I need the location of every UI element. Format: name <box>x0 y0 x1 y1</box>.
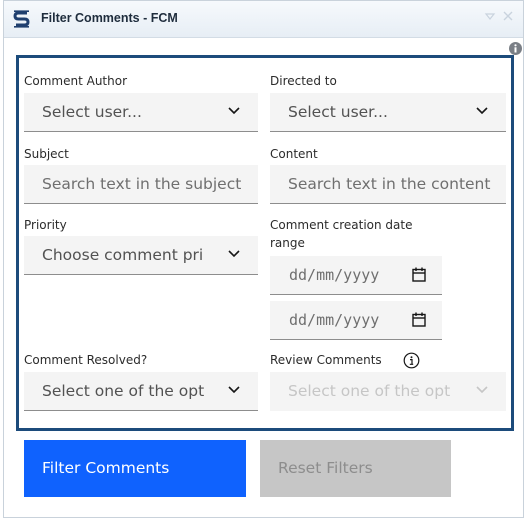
end-date-placeholder: dd/mm/yyyy <box>289 311 380 329</box>
priority-label: Priority <box>24 218 67 232</box>
content-input[interactable]: Search text in the content <box>270 165 506 204</box>
filter-comments-button[interactable]: Filter Comments <box>24 440 246 497</box>
content-placeholder: Search text in the content <box>288 175 491 193</box>
minimize-icon[interactable] <box>483 9 497 23</box>
comment-resolved-value: Select one of the opt <box>42 382 205 400</box>
chevron-down-icon <box>476 107 488 115</box>
comment-author-label: Comment Author <box>24 74 128 88</box>
reset-filters-label: Reset Filters <box>278 459 373 477</box>
comment-author-value: Select user... <box>42 103 142 121</box>
start-date-input[interactable]: dd/mm/yyyy <box>270 256 442 295</box>
comment-author-select[interactable]: Select user... <box>24 93 258 132</box>
priority-select[interactable]: Choose comment pri <box>24 236 258 275</box>
title-bar[interactable]: Filter Comments - FCM <box>4 1 523 38</box>
review-comments-value: Select one of the opt <box>288 382 451 400</box>
reset-filters-button: Reset Filters <box>260 440 451 497</box>
directed-to-value: Select user... <box>288 103 388 121</box>
filter-comments-label: Filter Comments <box>42 459 170 477</box>
content-label: Content <box>270 147 318 161</box>
directed-to-label: Directed to <box>270 74 337 88</box>
comment-resolved-label: Comment Resolved? <box>24 353 148 367</box>
subject-label: Subject <box>24 147 69 161</box>
directed-to-select[interactable]: Select user... <box>270 93 506 132</box>
window-title: Filter Comments - FCM <box>41 11 178 25</box>
end-date-input[interactable]: dd/mm/yyyy <box>270 301 442 340</box>
review-comments-select: Select one of the opt <box>270 372 506 411</box>
calendar-icon[interactable] <box>412 267 426 282</box>
close-icon[interactable] <box>501 9 515 23</box>
chevron-down-icon <box>228 107 240 115</box>
date-range-label-line2: range <box>270 236 305 250</box>
subject-input[interactable]: Search text in the subject <box>24 165 258 204</box>
app-logo-icon <box>13 10 30 28</box>
info-circle-icon[interactable] <box>403 352 420 369</box>
calendar-icon[interactable] <box>412 312 426 327</box>
comment-resolved-select[interactable]: Select one of the opt <box>24 372 258 411</box>
priority-value: Choose comment pri <box>42 246 204 264</box>
chevron-down-icon <box>228 386 240 394</box>
chevron-down-icon <box>228 250 240 258</box>
review-comments-label: Review Comments <box>270 353 382 367</box>
info-icon[interactable] <box>508 41 523 56</box>
chevron-down-icon <box>476 386 488 394</box>
start-date-placeholder: dd/mm/yyyy <box>289 266 380 284</box>
date-range-label-line1: Comment creation date <box>270 218 413 232</box>
subject-placeholder: Search text in the subject <box>42 175 242 193</box>
